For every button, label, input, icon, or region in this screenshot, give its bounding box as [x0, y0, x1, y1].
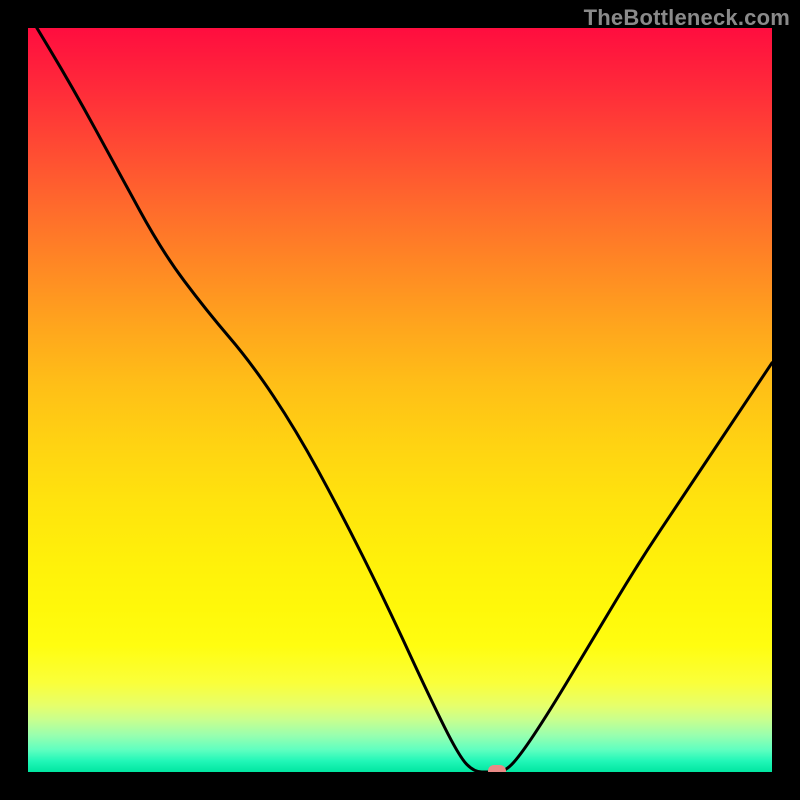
- curve-path: [28, 28, 772, 772]
- plot-area: [28, 28, 772, 772]
- optimal-point-marker: [488, 765, 506, 773]
- chart-frame: TheBottleneck.com: [0, 0, 800, 800]
- bottleneck-curve: [28, 28, 772, 772]
